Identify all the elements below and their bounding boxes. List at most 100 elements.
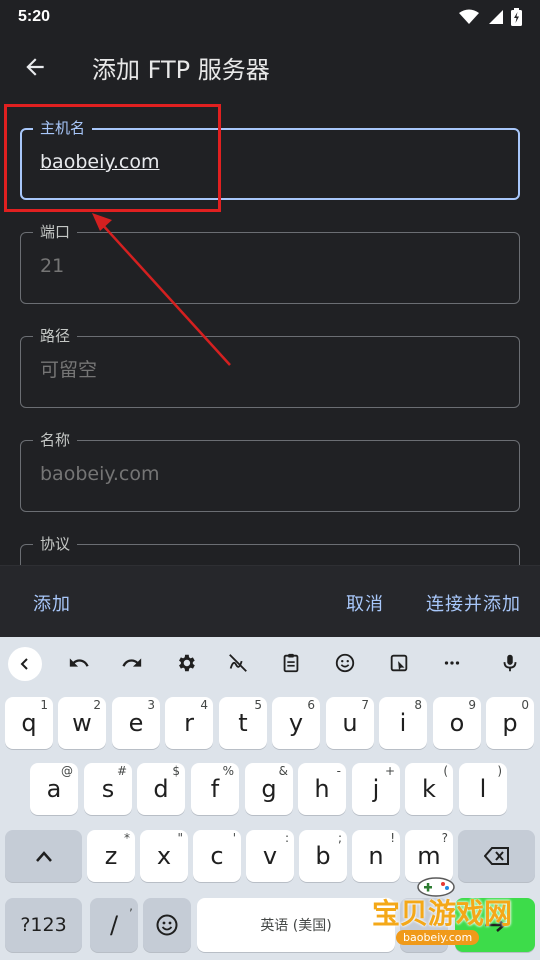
key-label: e: [128, 709, 144, 737]
port-label: 端口: [33, 223, 78, 241]
key-t[interactable]: t5: [219, 697, 267, 749]
name-field[interactable]: 名称: [20, 431, 520, 512]
key-h[interactable]: h-: [298, 763, 346, 815]
symbols-key[interactable]: ?123: [5, 898, 82, 952]
keyboard-collapse-button[interactable]: [8, 647, 42, 681]
key-hint: (: [443, 764, 448, 778]
key-label: s: [101, 775, 115, 803]
key-label: k: [422, 775, 436, 803]
key-x[interactable]: x ": [140, 830, 188, 882]
key-i[interactable]: i8: [379, 697, 427, 749]
key-q[interactable]: q1: [5, 697, 53, 749]
more-options-button[interactable]: [438, 649, 466, 677]
clipboard-button[interactable]: [277, 649, 305, 677]
port-field[interactable]: 端口: [20, 223, 520, 304]
key-o[interactable]: o9: [433, 697, 481, 749]
key-hint: -: [336, 764, 341, 778]
name-input[interactable]: [40, 463, 500, 485]
key-hint: #: [116, 764, 127, 778]
key-s[interactable]: s #: [84, 763, 132, 815]
app-bar: 添加 FTP 服务器: [0, 34, 540, 100]
key-e[interactable]: e3: [112, 697, 160, 749]
key-hint: 8: [414, 698, 422, 712]
key-label: j: [372, 775, 380, 803]
action-bar: 添加 取消 连接并添加: [0, 565, 540, 637]
key-label: u: [342, 709, 358, 737]
key-hint: 3: [147, 698, 155, 712]
cancel-button[interactable]: 取消: [346, 590, 384, 616]
key-label: q: [21, 709, 37, 737]
path-input[interactable]: [40, 359, 500, 381]
key-hint: ,: [129, 899, 133, 913]
undo-button[interactable]: [65, 649, 93, 677]
key-label: l: [479, 775, 487, 803]
key-j[interactable]: j +: [352, 763, 400, 815]
key-hint: :: [284, 831, 289, 845]
key-hint: 9: [468, 698, 476, 712]
key-w[interactable]: w2: [58, 697, 106, 749]
key-y[interactable]: y6: [272, 697, 320, 749]
key-label: w: [72, 709, 92, 737]
key-hint: +: [384, 764, 395, 778]
page-title: 添加 FTP 服务器: [92, 55, 270, 84]
back-button[interactable]: [0, 34, 70, 100]
connect-and-add-button[interactable]: 连接并添加: [426, 590, 521, 616]
handwriting-off-button[interactable]: [224, 649, 252, 677]
settings-button[interactable]: [172, 649, 200, 677]
key-label: d: [153, 775, 169, 803]
port-input[interactable]: [40, 255, 500, 277]
protocol-label: 协议: [33, 535, 78, 553]
clipboard-icon: [283, 653, 299, 673]
backspace-icon: [483, 847, 509, 865]
key-hint: 5: [254, 698, 262, 712]
backspace-key[interactable]: [458, 830, 535, 882]
protocol-field[interactable]: 协议: [20, 535, 520, 565]
key-label: h: [314, 775, 330, 803]
redo-button[interactable]: [118, 649, 146, 677]
emoji-toolbar-button[interactable]: [331, 649, 359, 677]
key-k[interactable]: k(: [405, 763, 453, 815]
key-c[interactable]: c ': [193, 830, 241, 882]
key-a[interactable]: a @: [30, 763, 78, 815]
key-hint: 6: [307, 698, 315, 712]
key-r[interactable]: r4: [165, 697, 213, 749]
key-z[interactable]: z *: [87, 830, 135, 882]
shift-key[interactable]: [5, 830, 82, 882]
key-n[interactable]: n!: [352, 830, 400, 882]
key-label: a: [46, 775, 62, 803]
key-hint: 2: [93, 698, 101, 712]
key-g[interactable]: g &: [245, 763, 293, 815]
path-field[interactable]: 路径: [20, 327, 520, 408]
add-button[interactable]: 添加: [33, 590, 71, 616]
key-label: r: [184, 709, 194, 737]
key-f[interactable]: f%: [191, 763, 239, 815]
key-m[interactable]: m?: [405, 830, 453, 882]
wifi-icon: [459, 9, 479, 24]
emoji-key[interactable]: [143, 898, 191, 952]
key-label: /: [109, 911, 119, 939]
emoji-icon: [335, 653, 355, 673]
signal-icon: [489, 10, 503, 24]
space-key[interactable]: 英语 (美国): [197, 898, 395, 952]
key-hint: ': [232, 831, 236, 845]
key-label: z: [104, 842, 118, 870]
key-l[interactable]: l): [459, 763, 507, 815]
key-label: c: [210, 842, 224, 870]
slash-key[interactable]: /,: [90, 898, 138, 952]
key-label: o: [449, 709, 465, 737]
voice-input-button[interactable]: [496, 649, 524, 677]
key-label: g: [261, 775, 277, 803]
watermark: 宝贝游戏网 baobeiy.com: [372, 877, 540, 958]
key-v[interactable]: v:: [246, 830, 294, 882]
key-label: i: [399, 709, 407, 737]
status-time: 5:20: [18, 8, 51, 25]
key-p[interactable]: p0: [486, 697, 534, 749]
text-select-button[interactable]: [385, 649, 413, 677]
key-hint: !: [390, 831, 395, 845]
key-d[interactable]: d $: [137, 763, 185, 815]
emoji-icon: [156, 914, 178, 936]
key-hint: %: [222, 764, 234, 778]
key-b[interactable]: b;: [299, 830, 347, 882]
key-u[interactable]: u7: [326, 697, 374, 749]
keyboard-toolbar: [0, 637, 540, 689]
